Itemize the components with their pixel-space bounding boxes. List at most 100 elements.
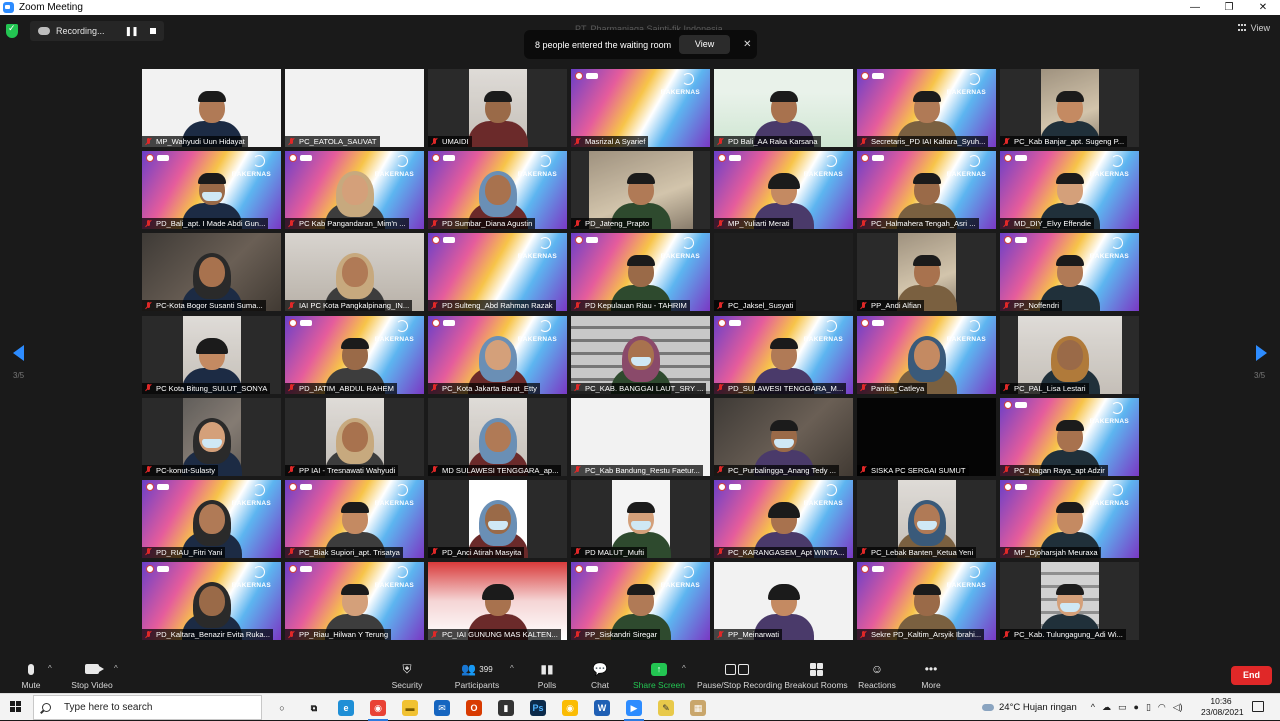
taskbar-app-edge[interactable]: e	[330, 694, 362, 721]
show-hidden-icons-chevron-icon[interactable]: ^	[1091, 702, 1095, 713]
next-page-arrow-icon[interactable]	[1256, 345, 1267, 361]
participant-video-tile[interactable]: RAKERNAS PC_Nagan Raya_apt Adzir	[1000, 397, 1139, 476]
windows-start-icon[interactable]	[10, 701, 22, 713]
video-options-chevron-icon[interactable]: ^	[114, 664, 118, 673]
taskbar-app-word[interactable]: W	[586, 694, 618, 721]
participant-video-tile[interactable]: RAKERNAS PD Sulteng_Abd Rahman Razak	[428, 233, 567, 312]
participant-video-tile[interactable]: RAKERNAS PC Kab Pangandaran_Mim'n ...	[285, 151, 424, 230]
participant-video-tile[interactable]: PP_Andi Alfian	[857, 233, 996, 312]
participant-video-tile[interactable]: UMAIDI	[428, 69, 567, 147]
taskbar-app-zoom[interactable]: ▶	[618, 694, 650, 721]
participant-video-tile[interactable]: PC_IAI GUNUNG MAS KALTEN...	[428, 562, 567, 641]
taskbar-search-box[interactable]: Type here to search	[33, 695, 262, 720]
participant-video-tile[interactable]: PC Kota Bitung_SULUT_SONYA	[142, 315, 281, 394]
participant-video-tile[interactable]: PC_Jaksel_Susyati	[714, 233, 853, 312]
volume-icon[interactable]: ◁)	[1173, 702, 1183, 713]
share-screen-button[interactable]: ↑ Share Screen	[619, 660, 699, 690]
participant-video-tile[interactable]: PC_PAL_Lisa Lestari	[1000, 315, 1139, 394]
participant-video-tile[interactable]: RAKERNAS PD_Kaltara_Benazir Evita Ruka...	[142, 562, 281, 641]
muted-microphone-icon	[145, 219, 152, 228]
participant-video-tile[interactable]: PC-konut-Sulasty	[142, 397, 281, 476]
muted-microphone-icon	[574, 301, 581, 310]
previous-page-arrow-icon[interactable]	[13, 345, 24, 361]
taskbar-app-video-app[interactable]: ▦	[682, 694, 714, 721]
stop-video-button[interactable]: Stop Video	[52, 660, 132, 690]
participant-video-tile[interactable]: RAKERNAS PD_JATIM_ABDUL RAHEM	[285, 315, 424, 394]
participant-video-tile[interactable]: RAKERNAS Panitia_Catleya	[857, 315, 996, 394]
view-waiting-room-button[interactable]: View	[679, 35, 731, 54]
close-notification-button[interactable]: ✕	[743, 39, 751, 50]
participant-video-tile[interactable]: RAKERNAS MD_DIY_Elvy Effendie	[1000, 151, 1139, 230]
participant-video-tile[interactable]: PD MALUT_Mufti	[571, 479, 710, 558]
participant-video-tile[interactable]: RAKERNAS PD Sumbar_Diana Agustin	[428, 151, 567, 230]
participant-video-tile[interactable]: PC-Kota Bogor Susanti Suma...	[142, 233, 281, 312]
participant-video-tile[interactable]: RAKERNAS PP_Noffendri	[1000, 233, 1139, 312]
participant-video-tile[interactable]: RAKERNAS PC_Kota Jakarta Barat_Etty	[428, 315, 567, 394]
participant-video-tile[interactable]: PC_Kab Bandung_Restu Faetur...	[571, 397, 710, 476]
participant-video-tile[interactable]: PD_Jateng_Prapto	[571, 151, 710, 230]
taskbar-app-task-view[interactable]: ⧉	[298, 694, 330, 721]
participant-video-tile[interactable]: RAKERNAS PP_Riau_Hilwan Y Terung	[285, 562, 424, 641]
participant-video-tile[interactable]: RAKERNAS PC_Halmahera Tengah_Asri ...	[857, 151, 996, 230]
taskbar-app-folder[interactable]: ▮	[490, 694, 522, 721]
taskbar-app-mail[interactable]: ✉	[426, 694, 458, 721]
participant-video-tile[interactable]: RAKERNAS PD_Bali_apt. I Made Abdi Gun...	[142, 151, 281, 230]
minimize-button[interactable]: —	[1178, 0, 1212, 15]
participant-video-tile[interactable]: RAKERNAS PC_KARANGASEM_Apt WINTA...	[714, 479, 853, 558]
participant-video-tile[interactable]: RAKERNAS PD Kepulauan Riau - TAHRIM	[571, 233, 710, 312]
participant-video-tile[interactable]: SISKA PC SERGAI SUMUT	[857, 397, 996, 476]
participant-video-tile[interactable]: RAKERNAS PD_SULAWESI TENGGARA_M...	[714, 315, 853, 394]
taskbar-clock[interactable]: 10:36 23/08/2021	[1201, 696, 1244, 718]
taskbar-app-chrome[interactable]: ◉	[362, 694, 394, 721]
participant-video-tile[interactable]: PC_Kab. Tulungagung_Adi Wi...	[1000, 562, 1139, 641]
stop-recording-icon[interactable]	[149, 28, 156, 34]
participant-video-tile[interactable]: PP_Meinarwati	[714, 562, 853, 641]
end-meeting-button[interactable]: End	[1231, 666, 1272, 685]
weather-text[interactable]: 24°C Hujan ringan	[999, 702, 1077, 713]
participant-video-tile[interactable]: MP_Wahyudi Uun Hidayat	[142, 69, 281, 147]
microphone-tray-icon[interactable]: ●	[1134, 702, 1139, 713]
taskbar-app-pen-tool[interactable]: ✎	[650, 694, 682, 721]
participant-video-tile[interactable]: RAKERNAS MP_Djoharsjah Meuraxa	[1000, 479, 1139, 558]
participant-name-label: PC Kota Bitung_SULUT_SONYA	[142, 382, 271, 394]
taskbar-app-chrome-2[interactable]: ◉	[554, 694, 586, 721]
participant-video-tile[interactable]: PP IAI - Tresnawati Wahyudi	[285, 397, 424, 476]
participant-video-tile[interactable]: PC_KAB. BANGGAI LAUT_SRY ...	[571, 315, 710, 394]
taskbar-app-cortana[interactable]: ○	[266, 694, 298, 721]
view-switcher[interactable]: View	[1237, 23, 1270, 33]
participant-video-tile[interactable]: RAKERNAS PP_Siskandri Siregar	[571, 562, 710, 641]
participant-video-tile[interactable]: MD SULAWESI TENGGARA_ap...	[428, 397, 567, 476]
maximize-button[interactable]: ❐	[1212, 0, 1246, 15]
participant-video-tile[interactable]: PC_Lebak Banten_Ketua Yeni	[857, 479, 996, 558]
participant-video-tile[interactable]: RAKERNAS PD_RIAU_Fitri Yani	[142, 479, 281, 558]
participant-video-tile[interactable]: RAKERNAS Masrizal A Syarief	[571, 69, 710, 147]
participant-name: PP IAI - Tresnawati Wahyudi	[299, 465, 396, 475]
notification-center-icon[interactable]	[1252, 701, 1264, 712]
close-window-button[interactable]: ✕	[1246, 0, 1280, 15]
battery-icon[interactable]: ▯	[1146, 702, 1151, 713]
network-icon[interactable]: ▭	[1118, 702, 1127, 713]
share-options-chevron-icon[interactable]: ^	[682, 664, 686, 673]
participant-video-tile[interactable]: RAKERNAS PC_Biak Supiori_apt. Trisatya	[285, 479, 424, 558]
participant-video-tile[interactable]: RAKERNAS MP_Yuliarti Merati	[714, 151, 853, 230]
taskbar-app-photoshop[interactable]: Ps	[522, 694, 554, 721]
participant-video-tile[interactable]: PD Bali_AA Raka Karsana	[714, 69, 853, 147]
participant-video-tile[interactable]: PC_EATOLA_SAUVAT	[285, 69, 424, 147]
onedrive-cloud-icon[interactable]: ☁	[1102, 702, 1111, 713]
participant-video-tile[interactable]: IAI PC Kota Pangkalpinang_IN...	[285, 233, 424, 312]
participant-video-tile[interactable]: PC_Purbalingga_Anang Tedy ...	[714, 397, 853, 476]
participant-video-tile[interactable]: RAKERNAS Sekre PD_Kaltim_Arsyik Ibrahi...	[857, 562, 996, 641]
taskbar-app-office[interactable]: O	[458, 694, 490, 721]
pause-recording-icon[interactable]: ❚❚	[125, 26, 139, 37]
encryption-shield-icon[interactable]	[6, 23, 18, 38]
participants-button[interactable]: 👥 399 Participants	[437, 660, 517, 690]
participant-video-tile[interactable]: RAKERNAS Secretaris_PD IAI Kaltara_Syuh..…	[857, 69, 996, 147]
participant-video-tile[interactable]: PC_Kab Banjar_apt. Sugeng P...	[1000, 69, 1139, 147]
more-button[interactable]: ••• More	[891, 660, 971, 690]
taskbar-app-file-explorer[interactable]: ▬	[394, 694, 426, 721]
wifi-icon[interactable]: ◠	[1158, 702, 1166, 713]
participant-name: PC_IAI GUNUNG MAS KALTEN...	[442, 630, 558, 640]
participant-video-tile[interactable]: PD_Anci Atirah Masyita	[428, 479, 567, 558]
security-button[interactable]: ⛨ Security	[367, 660, 447, 691]
pause-stop-recording-button[interactable]: Pause/Stop Recording	[697, 660, 782, 690]
